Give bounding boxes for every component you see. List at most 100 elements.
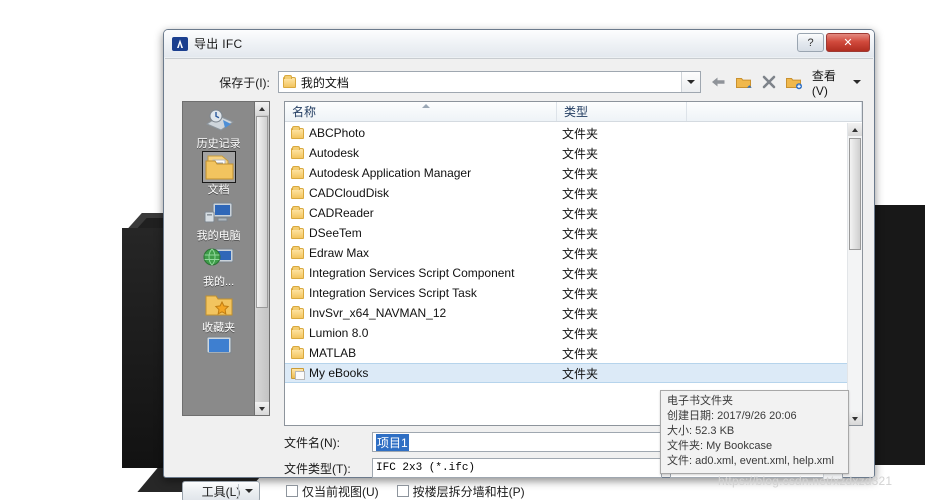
file-name-cell: Autodesk xyxy=(285,145,557,160)
filetype-value[interactable]: IFC 2x3 (*.ifc) xyxy=(372,458,662,478)
sidebar-item-network-places[interactable]: 我的... xyxy=(186,244,252,289)
folder-icon xyxy=(291,265,304,279)
sidebar-item-label: 我的电脑 xyxy=(196,230,241,242)
file-type-cell: 文件夹 xyxy=(562,126,599,141)
sidebar-item-desktop[interactable] xyxy=(186,336,252,354)
documents-folder-icon xyxy=(201,151,236,183)
folder-icon xyxy=(291,145,304,159)
export-ifc-dialog: 导出 IFC ? ✕ 保存于(I): 我的文档 查看(V) 历史记录 文档 我的… xyxy=(163,29,875,500)
table-row[interactable]: Integration Services Script Component 文件夹 xyxy=(285,263,847,283)
file-name-label: Autodesk Application Manager xyxy=(309,166,472,180)
filetype-label: 文件类型(T): xyxy=(284,461,351,476)
current-view-label: 仅当前视图(U) xyxy=(302,484,379,499)
tooltip-line: 文件: ad0.xml, event.xml, help.xml xyxy=(667,455,834,467)
close-button[interactable]: ✕ xyxy=(826,33,870,52)
scrollbar-thumb[interactable] xyxy=(849,138,861,250)
file-name-label: ABCPhoto xyxy=(309,126,366,140)
file-type-cell: 文件夹 xyxy=(562,186,599,201)
lookin-row: 保存于(I): 我的文档 查看(V) xyxy=(178,69,863,98)
lookin-combo[interactable]: 我的文档 xyxy=(277,71,701,93)
table-row[interactable]: Integration Services Script Task 文件夹 xyxy=(285,283,847,303)
back-arrow-icon[interactable] xyxy=(710,74,728,90)
file-type-cell: 文件夹 xyxy=(562,306,599,321)
scroll-down-button[interactable] xyxy=(848,412,862,425)
table-row[interactable]: MATLAB 文件夹 xyxy=(285,343,847,363)
folder-icon xyxy=(291,225,304,239)
places-scrollbar[interactable] xyxy=(254,102,270,415)
sidebar-item-label: 文档 xyxy=(207,184,230,196)
file-name-label: Edraw Max xyxy=(309,246,370,260)
file-name-cell: CADCloudDisk xyxy=(285,185,557,200)
table-row[interactable]: CADReader 文件夹 xyxy=(285,203,847,223)
column-header-type[interactable]: 类型 xyxy=(557,102,687,121)
table-row[interactable]: InvSvr_x64_NAVMAN_12 文件夹 xyxy=(285,303,847,323)
file-name-label: Integration Services Script Task xyxy=(309,286,477,300)
folder-icon xyxy=(291,205,304,219)
desktop-icon xyxy=(203,336,235,354)
tooltip-line: 创建日期: 2017/9/26 20:06 xyxy=(667,410,797,422)
table-row[interactable]: DSeeTem 文件夹 xyxy=(285,223,847,243)
sidebar-item-label: 历史记录 xyxy=(196,138,241,150)
table-row[interactable]: Edraw Max 文件夹 xyxy=(285,243,847,263)
tools-button[interactable]: 工具(L) xyxy=(182,480,260,500)
column-header-blank[interactable] xyxy=(687,102,862,121)
tooltip-line: 电子书文件夹 xyxy=(667,395,733,407)
file-name-label: My eBooks xyxy=(309,366,369,380)
file-name-label: CADCloudDisk xyxy=(309,186,390,200)
file-name-cell: Integration Services Script Task xyxy=(285,285,557,300)
sidebar-item-label: 我的... xyxy=(202,276,235,288)
table-row[interactable]: ABCPhoto 文件夹 xyxy=(285,123,847,143)
file-list-body: ABCPhoto 文件夹 Autodesk 文件夹 Autodesk Applicati… xyxy=(285,123,847,425)
file-name-label: Lumion 8.0 xyxy=(309,326,369,340)
table-row[interactable]: Lumion 8.0 文件夹 xyxy=(285,323,847,343)
checkbox-box xyxy=(396,485,409,497)
scroll-up-button[interactable] xyxy=(255,102,270,115)
file-name-label: Integration Services Script Component xyxy=(309,266,515,280)
view-menu-label[interactable]: 查看(V) xyxy=(812,67,847,98)
new-folder-icon[interactable] xyxy=(785,74,803,90)
tools-button-label: 工具(L) xyxy=(201,484,241,499)
file-type-cell: 文件夹 xyxy=(562,246,599,261)
sort-ascending-icon xyxy=(422,104,430,108)
file-type-cell: 文件夹 xyxy=(562,226,599,241)
table-row[interactable]: Autodesk Application Manager 文件夹 xyxy=(285,163,847,183)
up-folder-icon[interactable] xyxy=(735,74,753,90)
current-view-checkbox[interactable]: 仅当前视图(U) xyxy=(286,483,379,500)
file-list-scrollbar[interactable] xyxy=(847,123,862,425)
lookin-label: 保存于(I): xyxy=(219,75,270,90)
help-button[interactable]: ? xyxy=(797,33,824,52)
scrollbar-thumb[interactable] xyxy=(256,116,269,308)
file-name-cell: ABCPhoto xyxy=(285,125,557,140)
file-name-label: CADReader xyxy=(309,206,374,220)
dialog-title: 导出 IFC xyxy=(194,37,243,51)
table-row[interactable]: My eBooks 文件夹 xyxy=(285,363,847,383)
dialog-toolbar: 查看(V) xyxy=(710,67,863,98)
table-row[interactable]: CADCloudDisk 文件夹 xyxy=(285,183,847,203)
chevron-down-icon[interactable] xyxy=(680,72,700,92)
sidebar-item-favorites[interactable]: 收藏夹 xyxy=(186,290,252,335)
chevron-down-icon[interactable] xyxy=(853,74,863,90)
delete-x-icon[interactable] xyxy=(760,74,778,90)
tooltip-line: 大小: 52.3 KB xyxy=(667,425,735,437)
sidebar-item-documents[interactable]: 文档 xyxy=(186,151,252,197)
file-name-label: Autodesk xyxy=(309,146,360,160)
folder-icon xyxy=(291,125,304,139)
folder-icon xyxy=(282,74,296,88)
table-row[interactable]: Autodesk 文件夹 xyxy=(285,143,847,163)
filename-input[interactable]: 项目1 xyxy=(372,432,662,452)
sidebar-item-history[interactable]: 历史记录 xyxy=(186,106,252,151)
file-list-header: 名称 类型 xyxy=(285,102,862,122)
file-name-label: DSeeTem xyxy=(309,226,362,240)
scroll-down-button[interactable] xyxy=(255,402,270,415)
my-computer-icon xyxy=(203,198,235,228)
file-name-cell: InvSvr_x64_NAVMAN_12 xyxy=(285,305,557,320)
scroll-up-button[interactable] xyxy=(848,123,862,136)
file-name-cell: CADReader xyxy=(285,205,557,220)
dialog-titlebar[interactable]: 导出 IFC ? ✕ xyxy=(164,30,874,57)
file-name-cell: MATLAB xyxy=(285,345,557,360)
split-by-floor-checkbox[interactable]: 按楼层拆分墙和柱(P) xyxy=(396,483,525,500)
sidebar-item-my-computer[interactable]: 我的电脑 xyxy=(186,198,252,243)
column-header-name[interactable]: 名称 xyxy=(285,102,557,121)
file-type-cell: 文件夹 xyxy=(562,146,599,161)
autocad-icon xyxy=(172,36,188,52)
